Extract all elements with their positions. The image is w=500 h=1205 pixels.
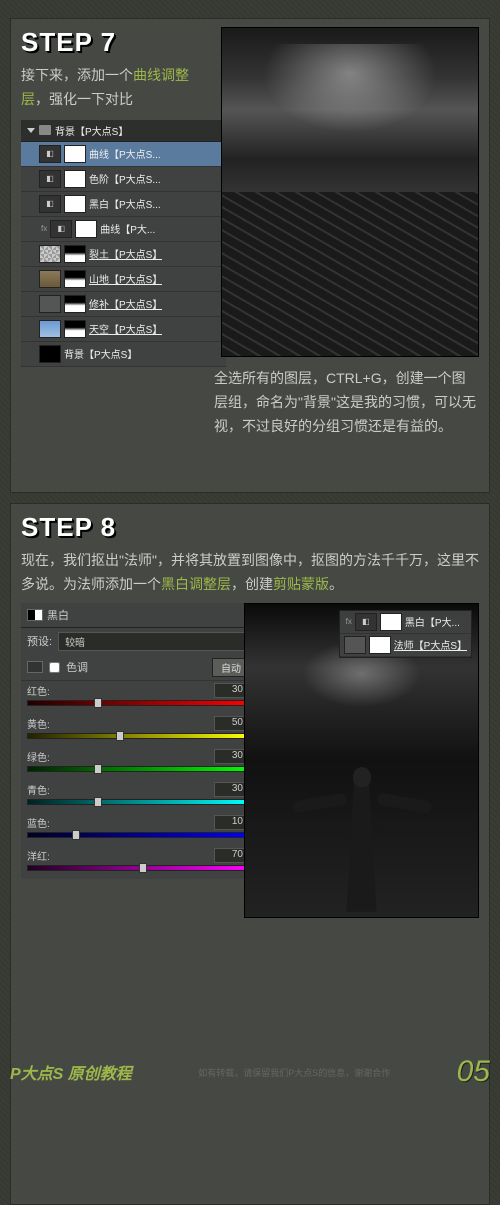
slider-row: 蓝色:10	[21, 813, 256, 846]
mask-thumb	[75, 220, 97, 238]
layer-name: 山地【P大点S】	[89, 271, 162, 286]
mask-thumb	[64, 295, 86, 313]
layers-panel: 背景【P大点S】 ◧ 曲线【P大点S... ◧ 色阶【P大点S... ◧ 黑白【P大点S.…	[21, 120, 226, 367]
bw-preset-row: 预设: 较暗	[21, 628, 256, 655]
step8-intro: 现在，我们抠出"法师"，并将其放置到图像中，抠图的方法千千万，这里不多说。为法师…	[21, 549, 479, 597]
mini-layers-panel: fx◧黑白【P大...法师【P大点S】	[339, 610, 472, 658]
slider-label: 绿色:	[27, 749, 50, 764]
step7-description: 全选所有的图层，CTRL+G，创建一个图层组，命名为"背景"这是我的习惯，可以无…	[214, 367, 479, 438]
slider-label: 红色:	[27, 683, 50, 698]
slider-track[interactable]	[27, 832, 250, 842]
layer-row[interactable]: fx◧黑白【P大...	[340, 611, 471, 634]
bw-adjustment-panel: 黑白 预设: 较暗 色调 自动 红色:30黄色:50绿色:30青色:30蓝色:1…	[21, 603, 256, 879]
layer-row[interactable]: fx◧曲线【P大...	[21, 217, 226, 242]
bw-title: 黑白	[47, 607, 69, 623]
bw-tint-row: 色调 自动	[21, 655, 256, 681]
folder-icon	[39, 125, 51, 135]
step7-preview-image	[221, 27, 479, 357]
slider-row: 青色:30	[21, 780, 256, 813]
hand-tool-icon[interactable]	[27, 661, 43, 673]
mask-thumb	[64, 320, 86, 338]
slider-row: 红色:30	[21, 681, 256, 714]
adjustment-icon: ◧	[39, 170, 61, 188]
layer-row[interactable]: ◧ 黑白【P大点S...	[21, 192, 226, 217]
footer-title: P大点S 原创教程	[10, 1060, 132, 1084]
slider-thumb[interactable]	[116, 731, 124, 741]
adjustment-icon: ◧	[39, 195, 61, 213]
adjustment-icon: ◧	[50, 220, 72, 238]
layer-name: 法师【P大点S】	[394, 637, 467, 652]
slider-label: 黄色:	[27, 716, 50, 731]
mask-thumb	[64, 270, 86, 288]
slider-thumb[interactable]	[94, 764, 102, 774]
step7-section: STEP 7 接下来，添加一个曲线调整层，强化一下对比 背景【P大点S】 ◧曲线…	[10, 18, 490, 493]
slider-label: 洋红:	[27, 848, 50, 863]
step8-title: STEP 8	[21, 512, 479, 543]
preset-dropdown[interactable]: 较暗	[58, 632, 250, 651]
layer-thumb	[39, 245, 61, 263]
layer-thumb	[39, 295, 61, 313]
mask-thumb	[380, 613, 402, 631]
slider-row: 绿色:30	[21, 747, 256, 780]
layer-row[interactable]: 山地【P大点S】	[21, 267, 226, 292]
slider-track[interactable]	[27, 865, 250, 875]
layer-row[interactable]: 修补【P大点S】	[21, 292, 226, 317]
slider-label: 蓝色:	[27, 815, 50, 830]
tint-checkbox[interactable]	[49, 662, 60, 673]
layer-name: 裂土【P大点S】	[89, 246, 162, 261]
mask-thumb	[64, 145, 86, 163]
layer-name: 天空【P大点S】	[89, 321, 162, 336]
layer-row[interactable]: ◧ 色阶【P大点S...	[21, 167, 226, 192]
layer-thumb	[39, 270, 61, 288]
layer-row[interactable]: 裂土【P大点S】	[21, 242, 226, 267]
wizard-figure	[292, 732, 432, 912]
slider-row: 洋红:70	[21, 846, 256, 879]
slider-track[interactable]	[27, 733, 250, 743]
group-name: 背景【P大点S】	[55, 123, 128, 138]
slider-thumb[interactable]	[72, 830, 80, 840]
step8-preview-image: fx◧黑白【P大...法师【P大点S】	[244, 603, 479, 918]
page-number: 05	[457, 1055, 490, 1089]
preset-label: 预设:	[27, 633, 52, 649]
slider-track[interactable]	[27, 766, 250, 776]
mask-thumb	[64, 170, 86, 188]
bw-panel-header: 黑白	[21, 603, 256, 628]
adjustment-icon: ◧	[39, 145, 61, 163]
step7-intro: 接下来，添加一个曲线调整层，强化一下对比	[21, 64, 201, 112]
tint-label: 色调	[66, 659, 88, 675]
layer-group-header[interactable]: 背景【P大点S】	[21, 120, 226, 142]
layer-name: 色阶【P大点S...	[89, 171, 161, 186]
mask-thumb	[369, 636, 391, 654]
disclosure-triangle-icon[interactable]	[27, 128, 35, 133]
layer-row[interactable]: ◧ 曲线【P大点S...	[21, 142, 226, 167]
layer-thumb	[344, 636, 366, 654]
mask-thumb	[64, 245, 86, 263]
layer-name: 曲线【P大点S...	[89, 146, 161, 161]
slider-thumb[interactable]	[139, 863, 147, 873]
layer-thumb	[39, 320, 61, 338]
bw-icon	[27, 609, 43, 621]
layer-row[interactable]: 法师【P大点S】	[340, 634, 471, 657]
footer: P大点S 原创教程 如有转载，请保留我们P大点S的信息，谢谢合作 05	[10, 1055, 490, 1089]
layer-row[interactable]: 背景【P大点S】	[21, 342, 226, 367]
step8-section: STEP 8 现在，我们抠出"法师"，并将其放置到图像中，抠图的方法千千万，这里…	[10, 503, 490, 1205]
layer-row[interactable]: 天空【P大点S】	[21, 317, 226, 342]
slider-track[interactable]	[27, 799, 250, 809]
layer-thumb	[39, 345, 61, 363]
adjustment-icon: ◧	[355, 613, 377, 631]
layer-name: 黑白【P大点S...	[89, 196, 161, 211]
slider-thumb[interactable]	[94, 797, 102, 807]
layer-name: 背景【P大点S】	[64, 346, 137, 361]
layer-name: 曲线【P大...	[100, 221, 155, 236]
layer-name: 修补【P大点S】	[89, 296, 162, 311]
mask-thumb	[64, 195, 86, 213]
slider-label: 青色:	[27, 782, 50, 797]
layer-name: 黑白【P大...	[405, 614, 460, 629]
slider-track[interactable]	[27, 700, 250, 710]
slider-row: 黄色:50	[21, 714, 256, 747]
slider-thumb[interactable]	[94, 698, 102, 708]
